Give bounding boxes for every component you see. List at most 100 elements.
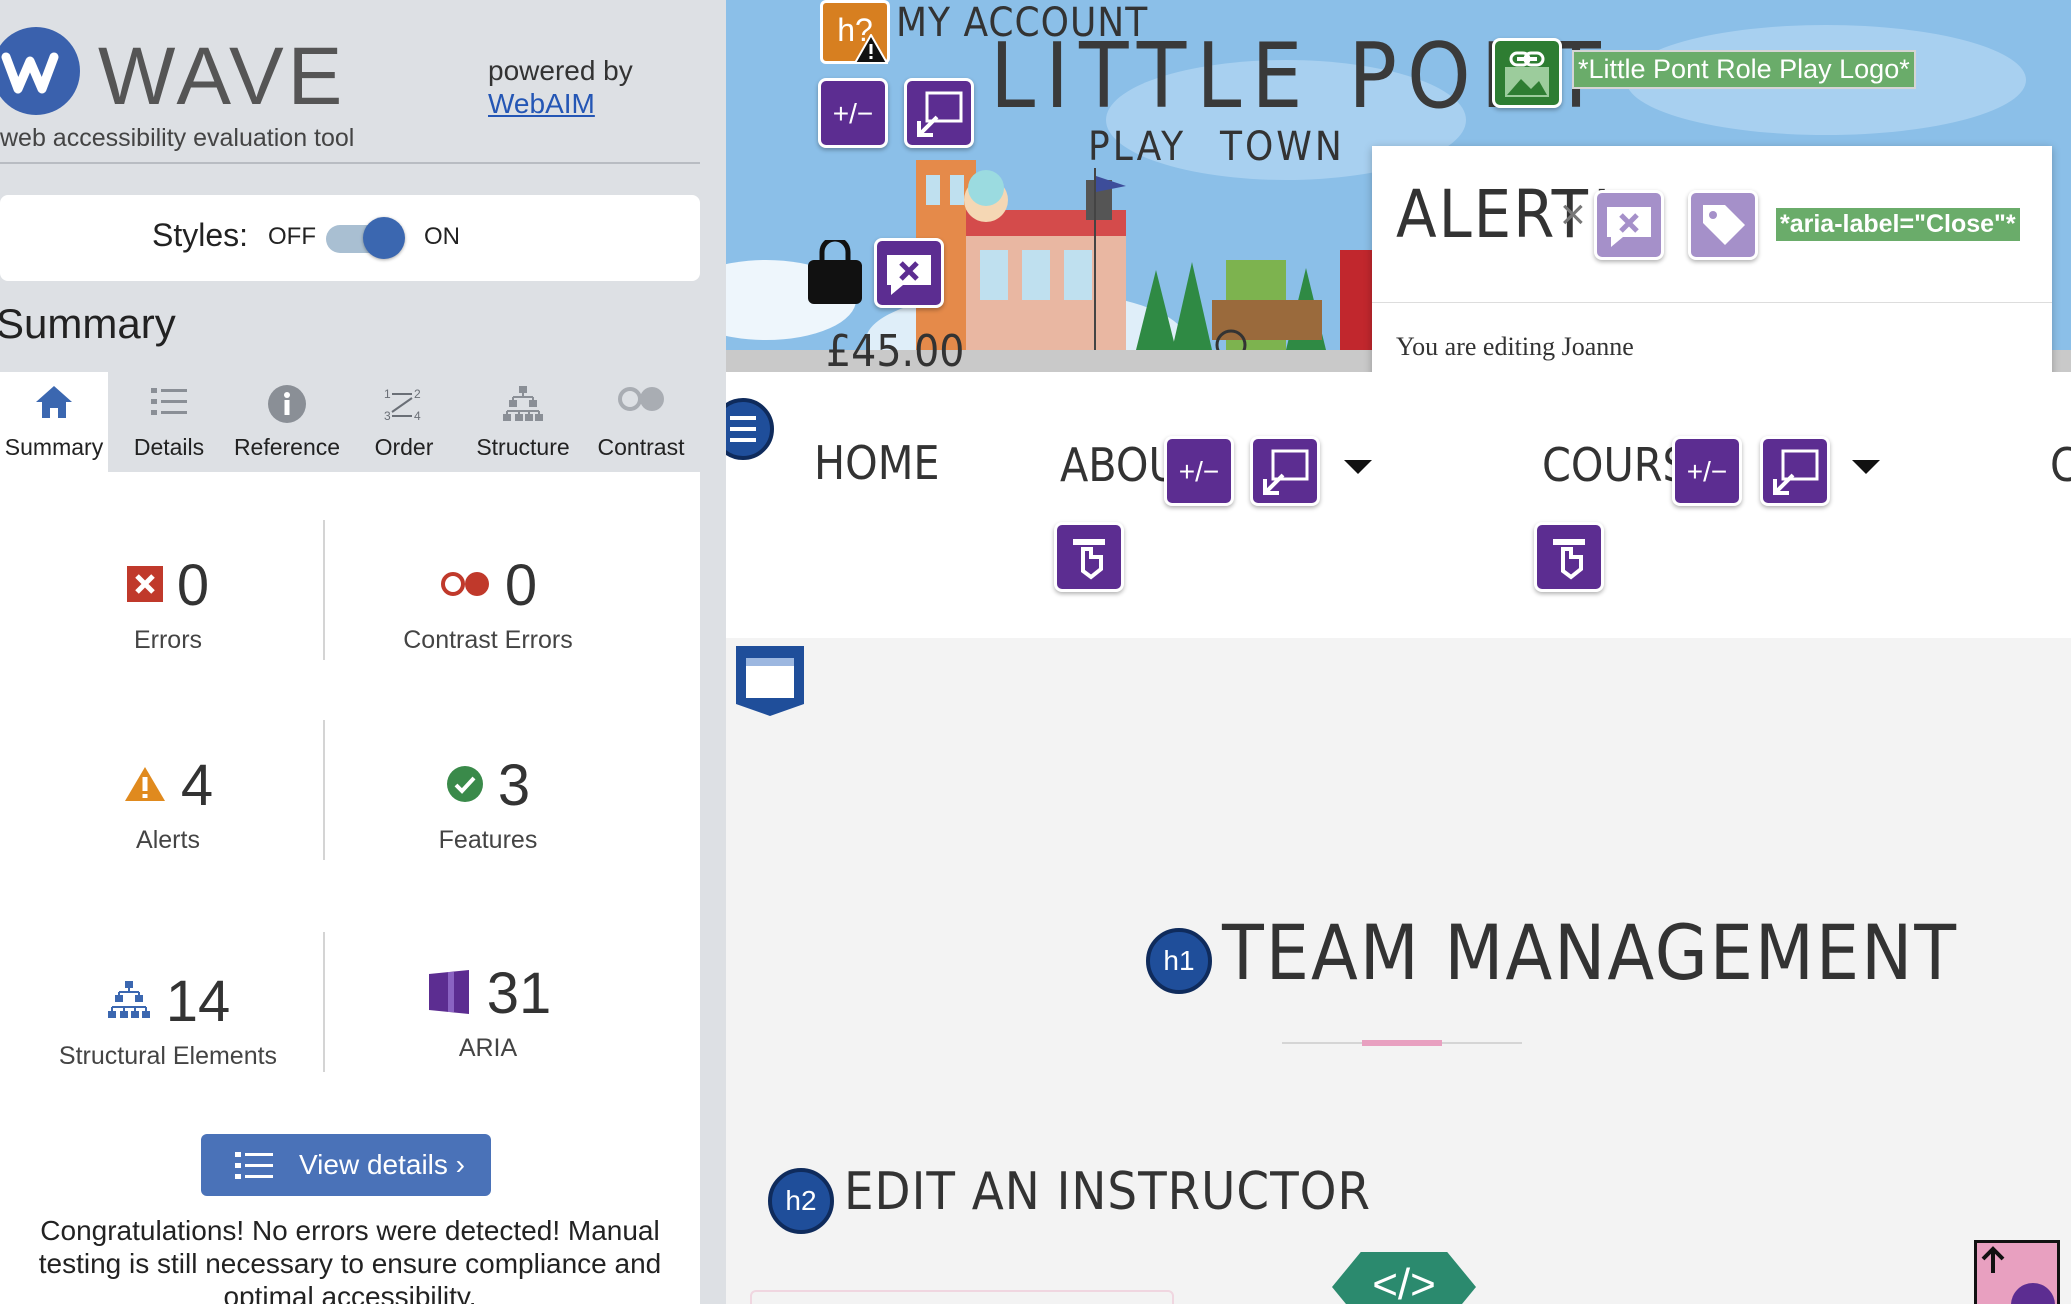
svg-text:3: 3 <box>384 409 391 423</box>
main-region-icon[interactable] <box>734 644 806 718</box>
features-count: 3 <box>497 753 531 818</box>
logo-alt-text: *Little Pont Role Play Logo* <box>1572 50 1916 89</box>
page-viewport: My Account Little Pont Play Town h? +/− … <box>726 0 2071 1304</box>
aria-role-badge[interactable] <box>1534 522 1604 592</box>
link-image-icon <box>1505 51 1549 97</box>
tab-hand-icon <box>1073 539 1105 580</box>
styles-toggle[interactable] <box>326 217 405 259</box>
home-icon <box>36 386 72 418</box>
wave-tabs: Summary Details Reference 1 2 3 4 Order Str… <box>0 372 700 472</box>
svg-text:1: 1 <box>384 387 391 401</box>
svg-text:+/−: +/− <box>1179 456 1219 487</box>
list-badge[interactable] <box>726 398 774 460</box>
tab-contrast[interactable]: Contrast <box>590 372 692 472</box>
aria-popup-badge[interactable] <box>1760 436 1830 506</box>
tab-reference[interactable]: Reference <box>226 372 348 472</box>
aria-popup-badge[interactable] <box>1250 436 1320 506</box>
powered-by-text: powered by <box>488 55 633 86</box>
contrast-error-icon <box>439 569 491 604</box>
alerts-count: 4 <box>180 753 214 818</box>
form-field[interactable] <box>750 1290 1174 1304</box>
aria-role-badge[interactable] <box>1054 522 1124 592</box>
nav-item-cut[interactable]: C <box>2050 438 2071 492</box>
shopping-bag-icon[interactable] <box>806 240 864 306</box>
nav-home[interactable]: Home <box>814 436 940 490</box>
tab-label: Reference <box>233 434 341 460</box>
wave-sidebar: WAVE web accessibility evaluation tool p… <box>0 0 726 1304</box>
toggle-knob[interactable] <box>363 217 405 259</box>
plus-minus-icon: +/− <box>1179 456 1219 487</box>
h1-badge[interactable]: h1 <box>1146 928 1212 994</box>
stat-structural[interactable]: 14 Structural Elements <box>8 972 328 1071</box>
summary-heading: Summary <box>0 300 176 347</box>
wave-title: WAVE <box>98 31 347 122</box>
main-nav: Home About +/− Courses +/− C <box>726 372 2071 638</box>
close-speech-icon <box>1607 207 1651 247</box>
webaim-link[interactable]: WebAIM <box>488 88 595 120</box>
aria-count: 31 <box>486 961 552 1026</box>
contrast-errors-count: 0 <box>504 553 538 618</box>
brand-word-play: Play <box>1088 124 1187 170</box>
close-speech-icon <box>887 255 931 295</box>
aria-label-text: *aria-label="Close"* <box>1776 208 2020 241</box>
aria-alert-badge[interactable] <box>874 238 944 308</box>
structure-icon <box>503 386 543 421</box>
wave-subtitle: web accessibility evaluation tool <box>0 124 355 152</box>
aria-expanded-badge[interactable]: +/− <box>1672 436 1742 506</box>
tab-label: Details <box>133 434 205 460</box>
courses-dropdown-caret-icon[interactable] <box>1852 460 1880 474</box>
alert-message: You are editing Joanne <box>1396 332 1634 361</box>
tab-label: Order <box>374 434 434 460</box>
divider <box>1372 302 2052 303</box>
aria-icon <box>425 968 473 1021</box>
popup-icon <box>1263 449 1309 495</box>
tab-hand-icon <box>1553 539 1585 580</box>
svg-text:2: 2 <box>414 387 421 401</box>
structural-label: Structural Elements <box>58 1042 278 1070</box>
section-title: Edit an Instructor <box>844 1162 1371 1222</box>
skip-link-badge[interactable] <box>1974 1240 2060 1304</box>
aria-label-badge[interactable] <box>1594 190 1664 260</box>
tab-details[interactable]: Details <box>118 372 220 472</box>
list-icon <box>151 388 187 415</box>
divider <box>0 162 700 164</box>
features-label: Features <box>438 826 538 854</box>
contrast-errors-label: Contrast Errors <box>403 626 573 654</box>
aria-tag-badge[interactable] <box>1688 190 1758 260</box>
alert-close-button[interactable]: × <box>1560 190 1586 240</box>
feature-check-icon <box>446 765 484 808</box>
stat-errors[interactable]: 0 Errors <box>8 556 328 655</box>
tab-order[interactable]: 1 2 3 4 Order <box>358 372 450 472</box>
cart-price[interactable]: £45.00 <box>826 326 964 372</box>
list-icon <box>730 416 756 442</box>
errors-label: Errors <box>133 626 203 654</box>
brand-word-town: Town <box>1220 124 1345 170</box>
aria-label: ARIA <box>458 1034 518 1062</box>
tab-structure[interactable]: Structure <box>466 372 580 472</box>
stat-contrast-errors[interactable]: 0 Contrast Errors <box>328 556 648 655</box>
view-details-button[interactable]: View details › <box>201 1134 491 1196</box>
aria-expanded-badge[interactable]: +/− <box>1164 436 1234 506</box>
plus-minus-icon: +/− <box>1687 456 1727 487</box>
aria-popup-badge[interactable] <box>904 78 974 148</box>
contrast-icon <box>618 387 664 411</box>
popup-icon <box>917 91 963 137</box>
aria-expanded-badge[interactable]: +/− <box>818 78 888 148</box>
stat-features[interactable]: 3 Features <box>328 756 648 855</box>
stat-aria[interactable]: 31 ARIA <box>328 964 648 1063</box>
code-badge[interactable]: </> <box>1332 1252 1476 1304</box>
about-dropdown-caret-icon[interactable] <box>1344 460 1372 474</box>
popup-icon <box>1773 449 1819 495</box>
tab-summary[interactable]: Summary <box>0 372 108 472</box>
list-icon <box>235 1152 273 1179</box>
alert-icon <box>123 765 167 808</box>
tag-icon <box>1703 205 1745 245</box>
linked-image-badge[interactable] <box>1492 38 1562 108</box>
styles-label: Styles: <box>152 217 249 253</box>
structure-icon <box>106 979 152 1026</box>
warning-icon <box>854 34 888 64</box>
tab-label: Contrast <box>597 434 685 460</box>
page-title: Team Management <box>1222 908 1959 997</box>
stat-alerts[interactable]: 4 Alerts <box>8 756 328 855</box>
h2-badge[interactable]: h2 <box>768 1168 834 1234</box>
